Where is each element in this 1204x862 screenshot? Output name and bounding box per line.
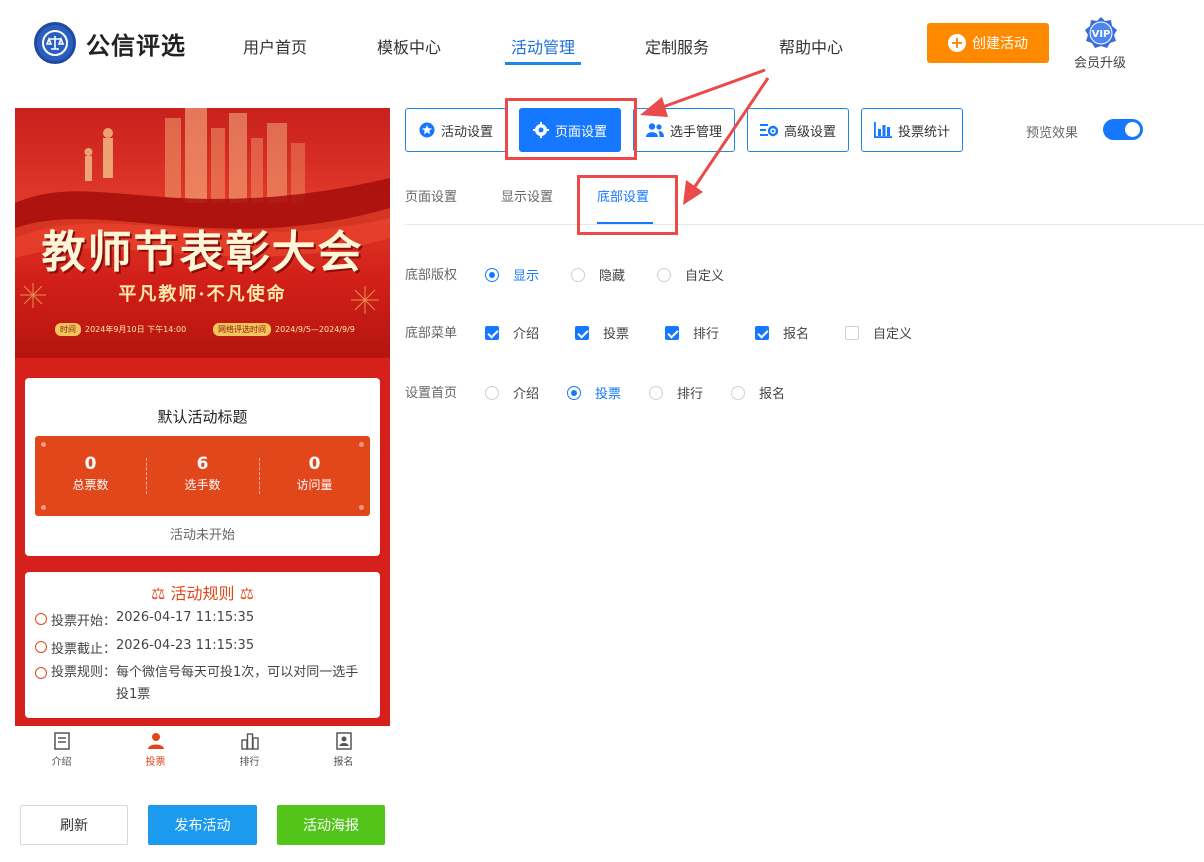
tool-contestant-management[interactable]: 选手管理 xyxy=(633,108,735,152)
tabbar-intro[interactable]: 介绍 xyxy=(15,726,108,768)
highlight-box-page-settings xyxy=(505,98,637,160)
vip-badge-text: VIP xyxy=(1092,29,1111,40)
subtab-display-settings[interactable]: 显示设置 xyxy=(501,186,553,205)
activity-title: 默认活动标题 xyxy=(157,408,248,426)
copyright-option-custom[interactable]: 自定义 xyxy=(657,265,724,284)
activity-summary-card: 默认活动标题 0 总票数 6 选手数 0 访问量 活动未开始 xyxy=(25,378,380,556)
banner-title: 教师节表彰大会 xyxy=(41,227,364,278)
publish-activity-button[interactable]: 发布活动 xyxy=(148,805,257,845)
menu-check-signup[interactable]: 报名 xyxy=(755,323,809,342)
preview-effect-toggle[interactable] xyxy=(1103,119,1143,140)
brand-name: 公信评选 xyxy=(86,32,186,60)
nav-active-indicator xyxy=(505,62,581,65)
rules-card: ⚖ 活动规则 ⚖ 投票开始： 2026-04-17 11:15:35 投票截止： 2… xyxy=(25,572,380,718)
banner-time: 时间 2024年9月10日 下午14:00 xyxy=(55,323,186,336)
tabbar-rank[interactable]: 排行 xyxy=(203,726,296,768)
banner-vote-period: 网络评选时间 2024/9/5—2024/9/9 xyxy=(213,323,355,336)
preview-effect-label: 预览效果 xyxy=(1026,126,1079,141)
badge-icon xyxy=(335,732,352,750)
home-option-intro[interactable]: 介绍 xyxy=(485,383,539,402)
banner-time-value: 2024年9月10日 下午14:00 xyxy=(85,325,187,334)
copyright-option-hide[interactable]: 隐藏 xyxy=(571,265,625,284)
copyright-option-show[interactable]: 显示 xyxy=(485,265,539,284)
banner-vote-value: 2024/9/5—2024/9/9 xyxy=(275,325,355,334)
rules-title: ⚖ 活动规则 ⚖ xyxy=(151,584,254,603)
stat-visits: 0 访问量 xyxy=(296,454,333,492)
nav-help-center[interactable]: 帮助中心 xyxy=(779,34,843,58)
rule-vote-policy: 投票规则： 每个微信号每天可投1次，可以对同一选手投1票 xyxy=(35,662,365,706)
plus-icon: + xyxy=(948,34,966,52)
bar-icon xyxy=(240,733,259,750)
subtab-page-settings[interactable]: 页面设置 xyxy=(405,186,457,205)
vip-upgrade-label[interactable]: 会员升级 xyxy=(1074,52,1126,71)
banner-vote-tag: 网络评选时间 xyxy=(213,323,271,336)
nav-user-home[interactable]: 用户首页 xyxy=(243,34,307,58)
star-icon xyxy=(419,122,435,138)
home-page-label: 设置首页 xyxy=(405,386,458,401)
event-banner: 教师节表彰大会 平凡教师·不凡使命 时间 2024年9月10日 下午14:00 网… xyxy=(15,108,390,358)
create-activity-button[interactable]: + 创建活动 xyxy=(927,23,1049,63)
create-activity-label: 创建活动 xyxy=(972,36,1028,52)
menu-check-intro[interactable]: 介绍 xyxy=(485,323,539,342)
menu-check-custom[interactable]: 自定义 xyxy=(845,323,912,342)
rule-vote-start: 投票开始： 2026-04-17 11:15:35 xyxy=(35,610,254,629)
subtab-divider xyxy=(405,224,1204,225)
logo-icon xyxy=(34,22,76,64)
nav-template-center[interactable]: 模板中心 xyxy=(377,34,441,58)
vip-icon[interactable]: VIP xyxy=(1084,16,1118,50)
gavel-icon: ⚖ xyxy=(239,584,254,603)
tool-activity-settings[interactable]: 活动设置 xyxy=(405,108,507,152)
sliders-icon xyxy=(759,124,778,137)
footer-menu-label: 底部菜单 xyxy=(405,326,458,341)
nav-custom-service[interactable]: 定制服务 xyxy=(645,34,709,58)
tabbar-vote[interactable]: 投票 xyxy=(109,726,202,768)
user-icon xyxy=(147,733,164,749)
footer-copyright-label: 底部版权 xyxy=(405,268,458,283)
banner-subtitle: 平凡教师·不凡使命 xyxy=(118,284,287,305)
clock-icon xyxy=(35,613,47,625)
highlight-box-footer-settings xyxy=(577,175,678,235)
preview-tabbar: 介绍 投票 排行 报名 xyxy=(15,726,390,776)
tool-vote-statistics[interactable]: 投票统计 xyxy=(861,108,963,152)
menu-check-vote[interactable]: 投票 xyxy=(575,323,629,342)
home-option-rank[interactable]: 排行 xyxy=(649,383,703,402)
stat-total-votes: 0 总票数 xyxy=(72,454,109,492)
nav-activity-management[interactable]: 活动管理 xyxy=(511,34,575,58)
activity-status: 活动未开始 xyxy=(169,528,235,543)
tabbar-signup[interactable]: 报名 xyxy=(297,726,390,768)
refresh-button[interactable]: 刷新 xyxy=(20,805,128,845)
arrow-head-icon xyxy=(683,180,703,205)
banner-time-tag: 时间 xyxy=(55,323,81,336)
stat-contestants: 6 选手数 xyxy=(184,454,221,492)
rule-vote-end: 投票截止： 2026-04-23 11:15:35 xyxy=(35,638,254,657)
doc-icon xyxy=(53,732,70,750)
chart-icon xyxy=(873,122,892,138)
activity-poster-button[interactable]: 活动海报 xyxy=(277,805,385,845)
clock-icon xyxy=(35,641,47,653)
alert-icon xyxy=(35,667,47,679)
users-icon xyxy=(645,123,664,137)
mobile-preview: 教师节表彰大会 平凡教师·不凡使命 时间 2024年9月10日 下午14:00 网… xyxy=(15,108,390,768)
tool-advanced-settings[interactable]: 高级设置 xyxy=(747,108,849,152)
home-option-signup[interactable]: 报名 xyxy=(731,383,785,402)
menu-check-rank[interactable]: 排行 xyxy=(665,323,719,342)
stats-panel: 0 总票数 6 选手数 0 访问量 xyxy=(35,436,370,516)
gavel-icon: ⚖ xyxy=(151,584,166,603)
home-option-vote[interactable]: 投票 xyxy=(567,383,621,402)
